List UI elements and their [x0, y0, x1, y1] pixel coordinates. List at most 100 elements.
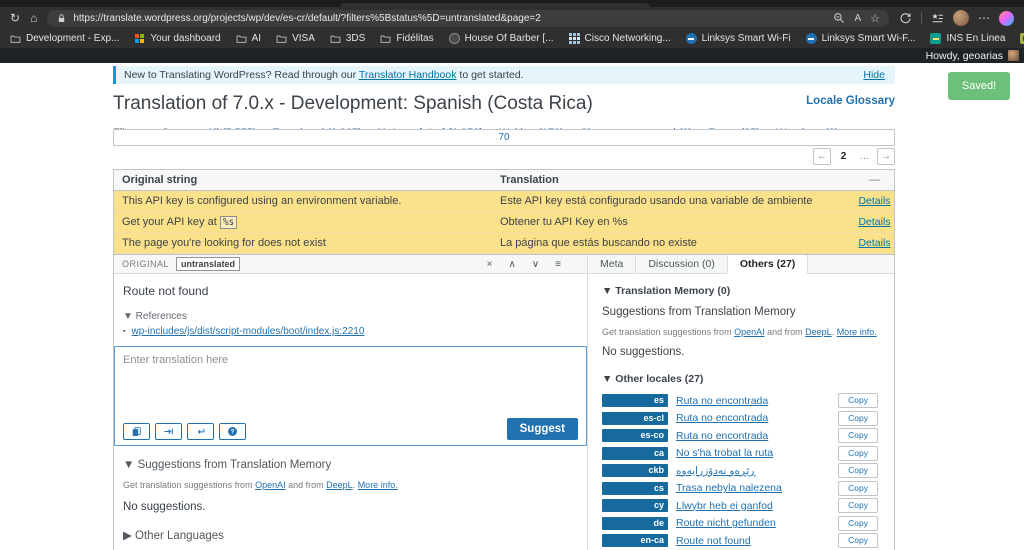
read-aloud-icon[interactable]: A	[854, 13, 861, 24]
bookmark-item[interactable]: Cisco Networking...	[569, 33, 671, 44]
pagination-arrow[interactable]: →	[877, 148, 895, 165]
active-browser-tab[interactable]	[340, 3, 650, 7]
locale-translation-link[interactable]: Trasa nebyla nalezena	[676, 482, 830, 494]
bookmark-item[interactable]: Your dashboard	[134, 33, 220, 44]
bookmark-item[interactable]: Linksys Smart Wi-F...	[806, 33, 916, 44]
help-icon	[227, 426, 238, 437]
profile-avatar[interactable]	[953, 10, 969, 26]
lock-icon	[56, 13, 67, 24]
locale-translation-link[interactable]: No s'ha trobat la ruta	[676, 447, 830, 459]
copy-original-button[interactable]	[123, 423, 150, 440]
translation-textarea[interactable]: Enter translation here Suggest	[114, 346, 587, 446]
bookmark-item[interactable]: Development - Exp...	[10, 33, 119, 44]
references-heading[interactable]: ▼ References	[123, 311, 578, 322]
zoom-out-icon[interactable]	[833, 12, 845, 24]
details-link[interactable]: Details	[858, 237, 890, 249]
no-suggestions-text: No suggestions.	[123, 501, 578, 513]
browser-essentials-icon[interactable]	[899, 12, 912, 25]
copy-button[interactable]: Copy	[838, 481, 878, 496]
copy-button[interactable]: Copy	[838, 411, 878, 426]
bookmark-item[interactable]: VISA	[276, 33, 315, 44]
tab-discussion-0[interactable]: Discussion (0)	[636, 255, 728, 273]
more-info-link[interactable]: More info.	[358, 480, 398, 490]
details-link[interactable]: Details	[858, 216, 890, 228]
bookmark-item[interactable]: House Of Barber [...	[449, 33, 554, 44]
placeholder-token: %s	[220, 216, 237, 229]
openai-link[interactable]: OpenAI	[734, 327, 765, 337]
bookmark-label: Development - Exp...	[26, 33, 119, 44]
translation-memory-subtitle: Suggestions from Translation Memory	[602, 306, 880, 318]
sidebar-tabs: MetaDiscussion (0)Others (27)	[588, 255, 894, 274]
copy-button[interactable]: Copy	[838, 446, 878, 461]
folder-icon	[236, 33, 247, 44]
actions-cell: Details	[855, 212, 894, 232]
sidebar-panel: MetaDiscussion (0)Others (27) ▼ Translat…	[588, 255, 894, 550]
bookmark-item[interactable]: 3DS	[330, 33, 365, 44]
other-locales-heading[interactable]: ▼ Other locales (27)	[602, 373, 880, 385]
folder-icon	[10, 33, 21, 44]
settings-menu-icon[interactable]: ⋯	[978, 11, 990, 25]
locale-translation-link[interactable]: Ruta no encontrada	[676, 395, 830, 407]
openai-link[interactable]: OpenAI	[255, 480, 286, 490]
close-editor-icon[interactable]: ×	[487, 259, 493, 270]
previous-string-icon[interactable]: ∧	[509, 259, 516, 270]
locale-translation-link[interactable]: Route nicht gefunden	[676, 517, 830, 529]
top-icon	[1020, 33, 1024, 44]
translation-memory-heading[interactable]: ▼ Translation Memory (0)	[602, 285, 880, 297]
deepl-link[interactable]: DeepL	[805, 327, 832, 337]
tab-others-27[interactable]: Others (27)	[728, 255, 808, 274]
copy-button[interactable]: Copy	[838, 428, 878, 443]
bookmark-item[interactable]: AI	[236, 33, 261, 44]
page-title: Translation of 7.0.x - Development: Span…	[113, 93, 593, 115]
suggest-button[interactable]: Suggest	[507, 418, 578, 440]
locale-translation-link[interactable]: Route not found	[676, 535, 830, 547]
pagination-arrow[interactable]: ←	[813, 148, 831, 165]
deepl-link[interactable]: DeepL	[326, 480, 353, 490]
table-row[interactable]: The page you're looking for does not exi…	[114, 233, 894, 254]
favorites-bar-icon[interactable]	[931, 12, 944, 25]
locale-translation-link[interactable]: Ruta no encontrada	[676, 412, 830, 424]
translator-handbook-link[interactable]: Translator Handbook	[359, 69, 457, 81]
refresh-icon[interactable]: ↻	[10, 12, 20, 24]
bookmark-item[interactable]: INS En Linea	[930, 33, 1005, 44]
suggestions-heading[interactable]: ▼ Suggestions from Translation Memory	[123, 459, 578, 471]
next-string-icon[interactable]: ∨	[532, 259, 539, 270]
url-text[interactable]: https://translate.wordpress.org/projects…	[73, 13, 827, 24]
locale-translation-link[interactable]: ڕێڕەو نەدۆزرایەوە	[676, 465, 830, 477]
status-badge[interactable]: untranslated	[176, 257, 240, 271]
locale-glossary-link[interactable]: Locale Glossary	[806, 95, 895, 107]
details-link[interactable]: Details	[858, 195, 890, 207]
address-bar[interactable]: https://translate.wordpress.org/projects…	[47, 10, 889, 27]
bookmark-item[interactable]: twenty one pilots -...	[1020, 33, 1024, 44]
reference-link[interactable]: wp-includes/js/dist/script-modules/boot/…	[131, 326, 364, 337]
copy-button[interactable]: Copy	[838, 498, 878, 513]
home-icon[interactable]: ⌂	[30, 12, 37, 24]
copy-button[interactable]: Copy	[838, 393, 878, 408]
bookmark-item[interactable]: Fidélitas	[380, 33, 433, 44]
user-avatar[interactable]	[1008, 50, 1019, 61]
copy-button[interactable]: Copy	[838, 463, 878, 478]
howdy-user-link[interactable]: Howdy, geoarias	[926, 50, 1003, 62]
table-row[interactable]: Get your API key at %sObtener tu API Key…	[114, 212, 894, 233]
copilot-icon[interactable]	[999, 11, 1014, 26]
bookmark-label: House Of Barber [...	[465, 33, 554, 44]
tab-meta[interactable]: Meta	[588, 255, 636, 273]
copy-button[interactable]: Copy	[838, 516, 878, 531]
bookmark-item[interactable]: Linksys Smart Wi-Fi	[686, 33, 791, 44]
favorite-star-icon[interactable]: ☆	[870, 12, 880, 25]
locale-translation-link[interactable]: Ruta no encontrada	[676, 430, 830, 442]
pagination-page[interactable]: 70	[113, 129, 895, 146]
other-languages-toggle[interactable]: ▶ Other Languages	[123, 528, 578, 542]
bookmark-label: VISA	[292, 33, 315, 44]
copy-button[interactable]: Copy	[838, 533, 878, 548]
locale-code-badge: en-ca	[602, 534, 668, 547]
insert-tab-button[interactable]	[155, 423, 182, 440]
hide-notice-link[interactable]: Hide	[863, 69, 885, 81]
locale-translation-link[interactable]: Llwybr heb ei ganfod	[676, 500, 830, 512]
editor-menu-icon[interactable]: ≡	[555, 259, 561, 270]
table-row[interactable]: This API key is configured using an envi…	[114, 191, 894, 212]
browser-tab-strip[interactable]	[0, 0, 1024, 7]
help-button[interactable]	[219, 423, 246, 440]
more-info-link[interactable]: More info.	[837, 327, 877, 337]
insert-newline-button[interactable]	[187, 423, 214, 440]
